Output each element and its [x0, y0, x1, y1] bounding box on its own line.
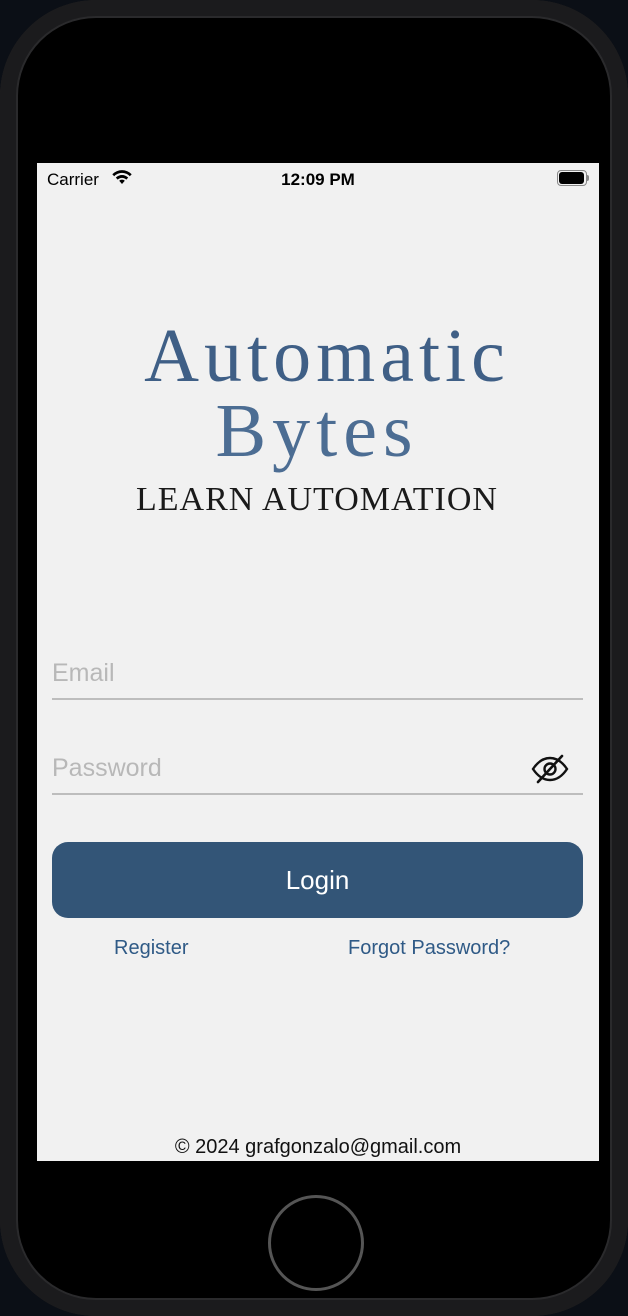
battery-icon — [557, 170, 589, 186]
status-bar: Carrier 12:09 PM — [37, 163, 599, 197]
register-link[interactable]: Register — [114, 937, 188, 960]
email-field — [52, 653, 583, 700]
login-button[interactable]: Login — [52, 842, 583, 918]
eye-slash-icon[interactable] — [531, 754, 569, 784]
phone-frame: Carrier 12:09 PM Automatic Bytes LEARN A… — [0, 0, 628, 1316]
logo-tagline: LEARN AUTOMATION — [136, 481, 498, 518]
logo-title-line2: Bytes — [215, 389, 419, 473]
password-input[interactable] — [52, 748, 532, 788]
email-input[interactable] — [52, 653, 532, 693]
logo-title-line1: Automatic — [144, 314, 510, 398]
forgot-password-link[interactable]: Forgot Password? — [348, 937, 510, 960]
password-field — [52, 748, 583, 795]
copyright-footer: © 2024 grafgonzalo@gmail.com — [174, 1136, 462, 1158]
home-button[interactable] — [268, 1195, 364, 1291]
status-time: 12:09 PM — [281, 170, 355, 189]
app-screen: Carrier 12:09 PM Automatic Bytes LEARN A… — [37, 163, 599, 1161]
